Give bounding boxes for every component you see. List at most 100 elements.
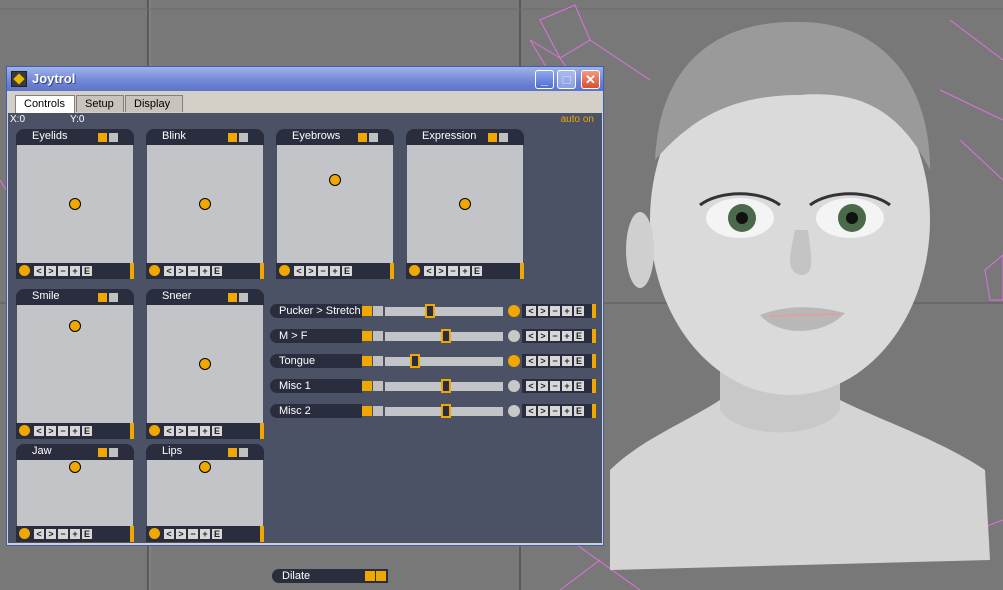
slider-thumb[interactable] xyxy=(441,404,452,418)
minus-button[interactable]: − xyxy=(58,426,68,436)
joystick-handle[interactable] xyxy=(199,198,211,210)
prev-button[interactable]: < xyxy=(526,406,536,416)
slider-thumb[interactable] xyxy=(441,329,452,343)
key-button[interactable] xyxy=(228,133,237,142)
slider-track[interactable] xyxy=(385,404,503,418)
joystick-area[interactable] xyxy=(277,145,393,263)
joystick-area[interactable] xyxy=(147,460,263,526)
prev-button[interactable]: < xyxy=(34,266,44,276)
prev-button[interactable]: < xyxy=(424,266,434,276)
prev-button[interactable]: < xyxy=(294,266,304,276)
plus-button[interactable]: + xyxy=(562,381,572,391)
joystick-handle[interactable] xyxy=(459,198,471,210)
next-button[interactable]: > xyxy=(46,426,56,436)
key-button[interactable] xyxy=(98,293,107,302)
edit-button[interactable]: E xyxy=(574,331,584,341)
next-button[interactable]: > xyxy=(176,266,186,276)
next-button[interactable]: > xyxy=(306,266,316,276)
dilate-toggle-button[interactable] xyxy=(376,571,386,581)
plus-button[interactable]: + xyxy=(562,356,572,366)
slider-track[interactable] xyxy=(385,354,503,368)
prev-button[interactable]: < xyxy=(164,426,174,436)
plus-button[interactable]: + xyxy=(200,529,210,539)
edit-button[interactable]: E xyxy=(342,266,352,276)
key-button[interactable] xyxy=(98,448,107,457)
joystick-handle[interactable] xyxy=(69,198,81,210)
center-button[interactable] xyxy=(149,425,160,436)
joytrol-window[interactable]: Joytrol _ □ ✕ Controls Setup Display X:0… xyxy=(6,66,604,583)
joystick-handle[interactable] xyxy=(199,358,211,370)
prev-button[interactable]: < xyxy=(526,381,536,391)
prev-button[interactable]: < xyxy=(526,356,536,366)
edit-button[interactable]: E xyxy=(472,266,482,276)
toggle-button[interactable] xyxy=(109,133,118,142)
next-button[interactable]: > xyxy=(46,529,56,539)
tab-setup[interactable]: Setup xyxy=(76,95,124,112)
center-button[interactable] xyxy=(149,528,160,539)
tab-display[interactable]: Display xyxy=(125,95,183,112)
toggle-button[interactable] xyxy=(373,306,383,316)
center-button[interactable] xyxy=(19,425,30,436)
key-button[interactable] xyxy=(362,331,372,341)
key-button[interactable] xyxy=(228,448,237,457)
toggle-button[interactable] xyxy=(373,356,383,366)
toggle-button[interactable] xyxy=(239,448,248,457)
center-button[interactable] xyxy=(279,265,290,276)
prev-button[interactable]: < xyxy=(34,426,44,436)
minus-button[interactable]: − xyxy=(58,529,68,539)
next-button[interactable]: > xyxy=(436,266,446,276)
edit-button[interactable]: E xyxy=(574,356,584,366)
minus-button[interactable]: − xyxy=(188,529,198,539)
edit-button[interactable]: E xyxy=(82,426,92,436)
plus-button[interactable]: + xyxy=(460,266,470,276)
slider-track[interactable] xyxy=(385,304,503,318)
edit-button[interactable]: E xyxy=(82,266,92,276)
center-button[interactable] xyxy=(19,528,30,539)
joystick-handle[interactable] xyxy=(69,460,81,473)
next-button[interactable]: > xyxy=(538,381,548,391)
key-button[interactable] xyxy=(358,133,367,142)
key-button[interactable] xyxy=(362,406,372,416)
minus-button[interactable]: − xyxy=(550,306,560,316)
next-button[interactable]: > xyxy=(176,529,186,539)
next-button[interactable]: > xyxy=(538,331,548,341)
plus-button[interactable]: + xyxy=(562,306,572,316)
joystick-area[interactable] xyxy=(147,145,263,263)
center-button[interactable] xyxy=(19,265,30,276)
key-button[interactable] xyxy=(362,306,372,316)
prev-button[interactable]: < xyxy=(34,529,44,539)
joystick-area[interactable] xyxy=(17,305,133,423)
minimize-button[interactable]: _ xyxy=(535,70,554,89)
next-button[interactable]: > xyxy=(46,266,56,276)
prev-button[interactable]: < xyxy=(164,529,174,539)
toggle-button[interactable] xyxy=(109,293,118,302)
joystick-area[interactable] xyxy=(147,305,263,423)
joystick-handle[interactable] xyxy=(199,460,211,473)
edit-button[interactable]: E xyxy=(574,381,584,391)
toggle-button[interactable] xyxy=(499,133,508,142)
center-button[interactable] xyxy=(508,305,520,317)
minus-button[interactable]: − xyxy=(550,331,560,341)
plus-button[interactable]: + xyxy=(70,426,80,436)
dilate-control[interactable]: Dilate xyxy=(272,569,388,583)
next-button[interactable]: > xyxy=(538,406,548,416)
plus-button[interactable]: + xyxy=(562,406,572,416)
plus-button[interactable]: + xyxy=(200,426,210,436)
edit-button[interactable]: E xyxy=(82,529,92,539)
next-button[interactable]: > xyxy=(176,426,186,436)
toggle-button[interactable] xyxy=(373,406,383,416)
key-button[interactable] xyxy=(488,133,497,142)
slider-track[interactable] xyxy=(385,379,503,393)
minus-button[interactable]: − xyxy=(550,406,560,416)
close-button[interactable]: ✕ xyxy=(581,70,600,89)
prev-button[interactable]: < xyxy=(526,306,536,316)
slider-track[interactable] xyxy=(385,329,503,343)
next-button[interactable]: > xyxy=(538,356,548,366)
slider-thumb[interactable] xyxy=(424,304,435,318)
dilate-key-button[interactable] xyxy=(365,571,375,581)
minus-button[interactable]: − xyxy=(318,266,328,276)
toggle-button[interactable] xyxy=(369,133,378,142)
edit-button[interactable]: E xyxy=(574,406,584,416)
plus-button[interactable]: + xyxy=(330,266,340,276)
slider-thumb[interactable] xyxy=(409,354,420,368)
